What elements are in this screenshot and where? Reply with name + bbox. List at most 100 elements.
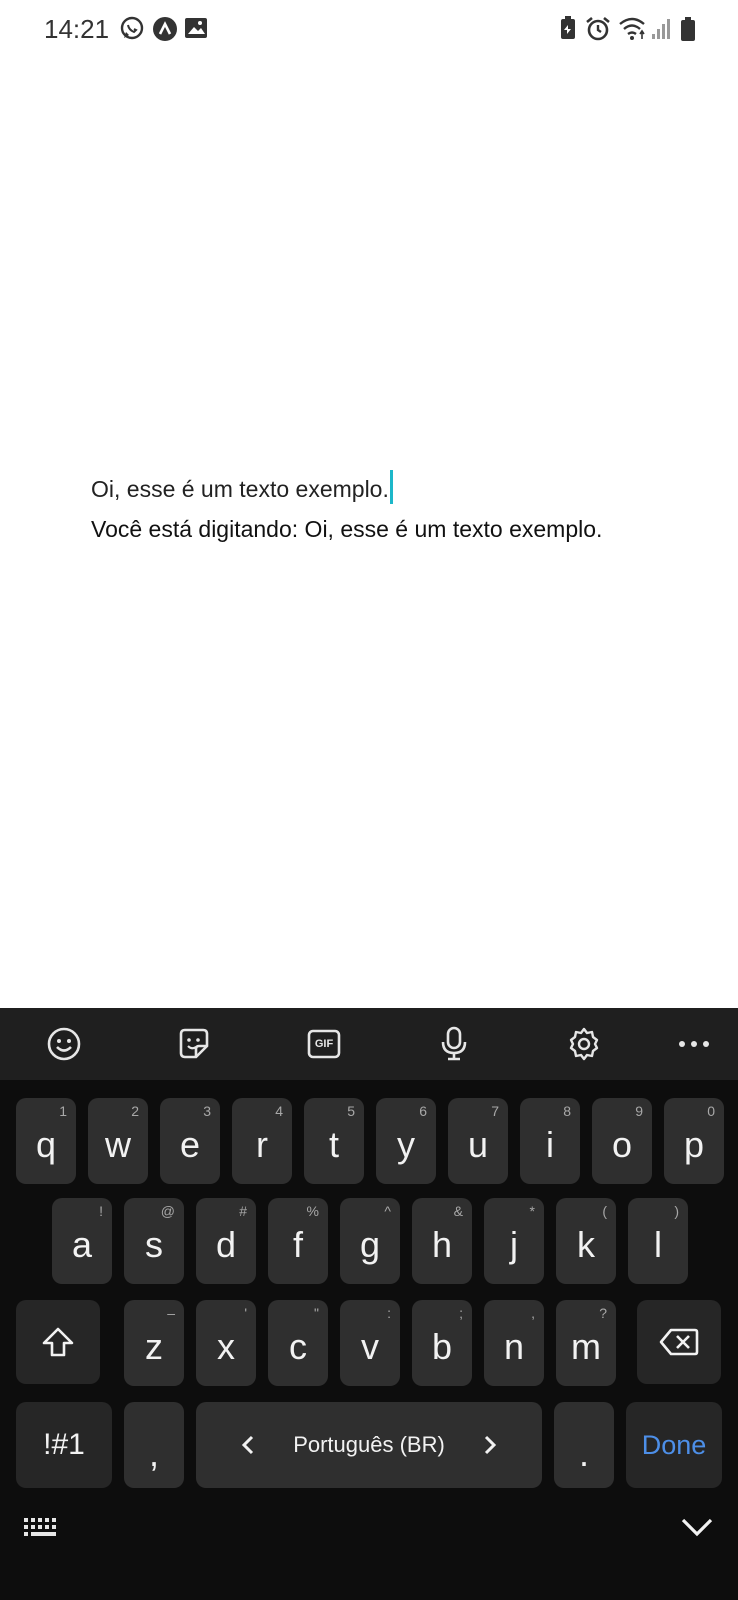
key-i[interactable]: 8i bbox=[520, 1098, 580, 1184]
more-icon bbox=[679, 1041, 709, 1047]
key-label: l bbox=[654, 1224, 662, 1265]
gif-button[interactable]: GIF bbox=[302, 1022, 346, 1066]
key-label: n bbox=[503, 1326, 525, 1367]
key-hint: 0 bbox=[707, 1103, 715, 1119]
key-a[interactable]: ! a bbox=[52, 1198, 112, 1284]
key-label: m bbox=[571, 1326, 601, 1367]
key-label: u bbox=[467, 1124, 489, 1165]
key-hint: , bbox=[531, 1305, 535, 1321]
key-n[interactable]: ,n bbox=[484, 1300, 544, 1386]
comma-key[interactable]: , bbox=[124, 1402, 184, 1488]
key-k[interactable]: (k bbox=[556, 1198, 616, 1284]
key-label: h bbox=[431, 1224, 453, 1265]
key-label: b bbox=[431, 1326, 453, 1367]
key-hint: 3 bbox=[203, 1103, 211, 1119]
key-r[interactable]: 4r bbox=[232, 1098, 292, 1184]
key-hint: 6 bbox=[419, 1103, 427, 1119]
key-l[interactable]: ) l bbox=[628, 1198, 688, 1284]
sticker-button[interactable] bbox=[172, 1022, 216, 1066]
key-hint: ; bbox=[459, 1305, 463, 1321]
key-y[interactable]: 6y bbox=[376, 1098, 436, 1184]
key-hint: ( bbox=[602, 1203, 607, 1219]
language-label: Português (BR) bbox=[293, 1432, 445, 1457]
microphone-button[interactable] bbox=[432, 1022, 476, 1066]
key-t[interactable]: 5t bbox=[304, 1098, 364, 1184]
key-hint: ? bbox=[599, 1305, 607, 1321]
battery-icon bbox=[681, 17, 695, 41]
key-v[interactable]: :v bbox=[340, 1300, 400, 1386]
status-time: 14:21 bbox=[44, 14, 110, 44]
key-hint: : bbox=[387, 1305, 391, 1321]
key-hint: 5 bbox=[347, 1103, 355, 1119]
key-z[interactable]: – z bbox=[124, 1300, 184, 1386]
symbols-key[interactable]: !#1 bbox=[16, 1402, 112, 1488]
key-label: x bbox=[217, 1326, 235, 1367]
key-w[interactable]: 2w bbox=[88, 1098, 148, 1184]
key-label: a bbox=[71, 1224, 93, 1265]
key-g[interactable]: ^ g bbox=[340, 1198, 400, 1284]
key-c[interactable]: " c bbox=[268, 1300, 328, 1386]
more-button[interactable] bbox=[672, 1022, 716, 1066]
chevron-right-icon bbox=[484, 1435, 496, 1455]
key-hint: 8 bbox=[563, 1103, 571, 1119]
key-hint: 2 bbox=[131, 1103, 139, 1119]
text-cursor bbox=[389, 470, 393, 504]
key-o[interactable]: 9o bbox=[592, 1098, 652, 1184]
key-s[interactable]: @ s bbox=[124, 1198, 184, 1284]
key-hint: ^ bbox=[384, 1203, 391, 1219]
key-label: p bbox=[683, 1124, 705, 1165]
key-hint: & bbox=[453, 1203, 463, 1219]
key-e[interactable]: 3e bbox=[160, 1098, 220, 1184]
key-label: v bbox=[361, 1326, 379, 1367]
key-hint: " bbox=[314, 1305, 319, 1321]
key-hint: * bbox=[529, 1203, 535, 1219]
alarm-icon bbox=[586, 16, 610, 41]
key-d[interactable]: # d bbox=[196, 1198, 256, 1284]
key-label: f bbox=[292, 1224, 303, 1265]
key-label: s bbox=[145, 1224, 163, 1265]
shift-key[interactable] bbox=[16, 1300, 100, 1384]
signal-icon bbox=[652, 19, 670, 39]
hide-keyboard-icon[interactable] bbox=[680, 1516, 714, 1538]
key-label: o bbox=[611, 1124, 633, 1165]
emoji-button[interactable] bbox=[42, 1022, 86, 1066]
key-q[interactable]: 1q bbox=[16, 1098, 76, 1184]
key-f[interactable]: % f bbox=[268, 1198, 328, 1284]
key-label: i bbox=[546, 1124, 554, 1165]
key-hint: 9 bbox=[635, 1103, 643, 1119]
key-label: y bbox=[397, 1124, 415, 1165]
backspace-key[interactable] bbox=[637, 1300, 721, 1384]
settings-icon bbox=[569, 1027, 599, 1061]
key-h[interactable]: & h bbox=[412, 1198, 472, 1284]
key-hint: 7 bbox=[491, 1103, 499, 1119]
keyboard: GIF 1q2w3e4r5t6y7u8i9o0p ! a @ s # d% f ^ g & h * j(… bbox=[0, 1008, 738, 1600]
key-hint: 1 bbox=[59, 1103, 67, 1119]
settings-button[interactable] bbox=[562, 1022, 606, 1066]
key-j[interactable]: * j bbox=[484, 1198, 544, 1284]
key-label: d bbox=[215, 1224, 237, 1265]
key-hint: ! bbox=[99, 1203, 103, 1219]
comma-label: , bbox=[148, 1433, 159, 1474]
key-label: q bbox=[35, 1124, 57, 1165]
key-p[interactable]: 0p bbox=[664, 1098, 724, 1184]
shift-icon bbox=[42, 1327, 74, 1357]
key-label: z bbox=[145, 1326, 163, 1367]
space-key[interactable]: Português (BR) bbox=[196, 1402, 542, 1488]
chevron-left-icon bbox=[242, 1435, 254, 1455]
key-b[interactable]: ; b bbox=[412, 1300, 472, 1386]
text-input[interactable]: Oi, esse é um texto exemplo. bbox=[91, 470, 393, 504]
gif-label: GIF bbox=[314, 1038, 334, 1050]
key-hint: – bbox=[167, 1305, 175, 1321]
period-key[interactable]: . bbox=[554, 1402, 614, 1488]
done-label: Done bbox=[641, 1429, 707, 1460]
status-bar: 14:21 bbox=[0, 0, 738, 60]
keyboard-switch-icon[interactable] bbox=[22, 1515, 60, 1539]
key-hint: 4 bbox=[275, 1103, 283, 1119]
key-x[interactable]: ' x bbox=[196, 1300, 256, 1386]
done-key[interactable]: Done bbox=[626, 1402, 722, 1488]
key-label: g bbox=[359, 1224, 381, 1265]
battery-saver-icon bbox=[561, 16, 575, 39]
key-m[interactable]: ? m bbox=[556, 1300, 616, 1386]
sticker-icon bbox=[179, 1028, 209, 1059]
key-u[interactable]: 7u bbox=[448, 1098, 508, 1184]
